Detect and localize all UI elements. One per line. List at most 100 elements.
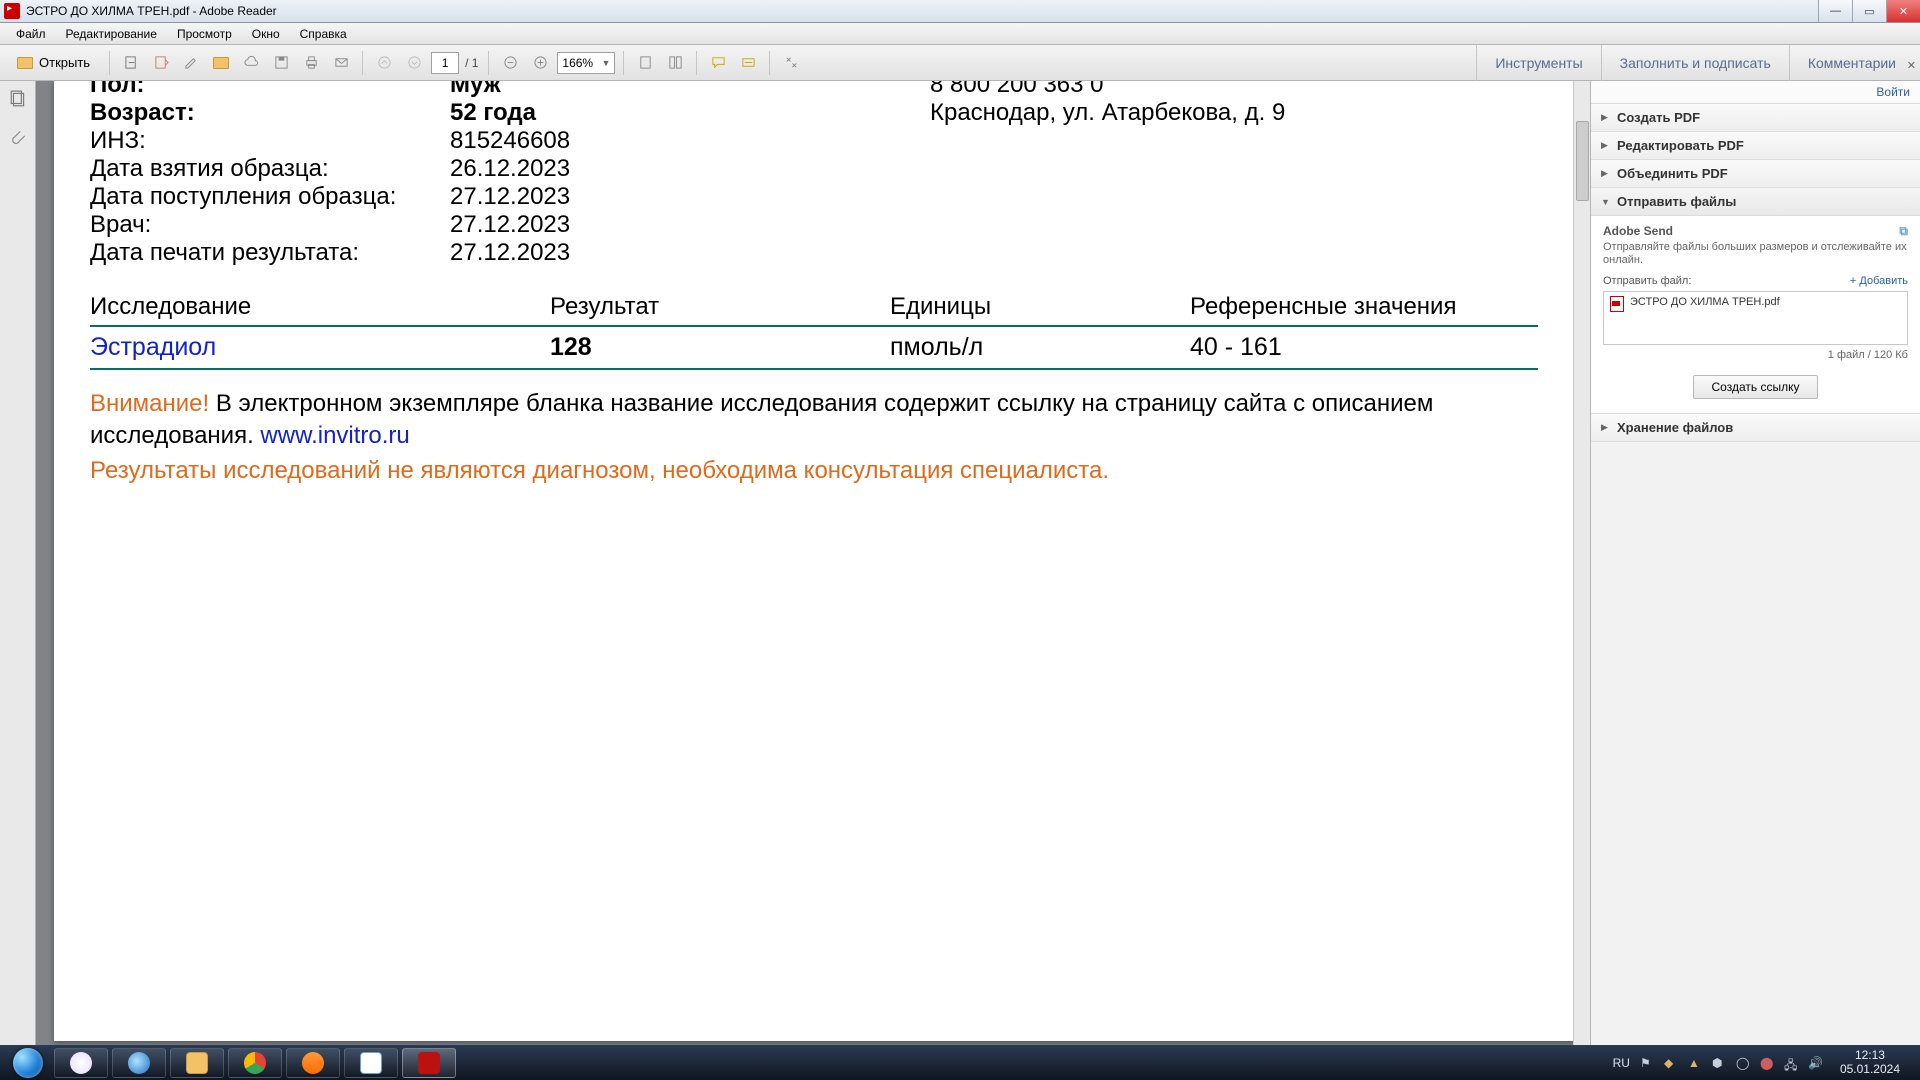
maximize-button[interactable]: ▭ xyxy=(1852,0,1886,22)
vertical-scrollbar[interactable] xyxy=(1573,81,1590,1045)
acc-label: Редактировать PDF xyxy=(1617,138,1744,153)
document-viewport[interactable]: Пол: Муж 8 800 200 363 0 Возраст: 52 год… xyxy=(36,81,1590,1045)
acc-label: Создать PDF xyxy=(1617,110,1700,125)
acc-store-files[interactable]: ▶Хранение файлов xyxy=(1591,414,1920,442)
open-button[interactable]: Открыть xyxy=(6,49,101,77)
create-link-button[interactable]: Создать ссылку xyxy=(1693,375,1819,399)
sign-in-link[interactable]: Войти xyxy=(1591,81,1920,104)
menu-help[interactable]: Справка xyxy=(290,25,357,43)
page-total: / 1 xyxy=(463,56,480,70)
create-pdf-icon[interactable] xyxy=(148,50,174,76)
tray-icon-3[interactable]: ⬢ xyxy=(1712,1056,1726,1070)
taskbar-clock[interactable]: 12:13 05.01.2024 xyxy=(1832,1049,1908,1075)
comment-icon[interactable] xyxy=(705,50,731,76)
export-pdf-icon[interactable] xyxy=(118,50,144,76)
acc-label: Хранение файлов xyxy=(1617,420,1733,435)
doctor-value: 27.12.2023 xyxy=(450,211,870,239)
tab-tools[interactable]: Инструменты xyxy=(1476,45,1600,81)
highlight-icon[interactable] xyxy=(735,50,761,76)
taskbar-app-1[interactable] xyxy=(54,1048,108,1078)
taskbar-app-media[interactable] xyxy=(286,1048,340,1078)
start-button[interactable] xyxy=(6,1045,50,1080)
windows-orb-icon xyxy=(13,1048,43,1078)
tray-icon-5[interactable]: ⬤ xyxy=(1760,1056,1774,1070)
scrollbar-thumb[interactable] xyxy=(1576,121,1589,201)
fit-width-icon[interactable] xyxy=(662,50,688,76)
sample-received-value: 27.12.2023 xyxy=(450,183,870,211)
fit-page-icon[interactable] xyxy=(632,50,658,76)
tray-icon-2[interactable]: ▲ xyxy=(1688,1056,1702,1070)
menu-window[interactable]: Окно xyxy=(242,25,290,43)
sign-icon[interactable] xyxy=(178,50,204,76)
taskbar-app-explorer[interactable] xyxy=(170,1048,224,1078)
open-label: Открыть xyxy=(39,55,90,70)
acc-send-files[interactable]: ▼Отправить файлы xyxy=(1591,188,1920,216)
tab-comments[interactable]: Комментарии xyxy=(1789,45,1914,81)
network-icon[interactable]: 🖧 xyxy=(1784,1056,1798,1070)
page-down-icon[interactable] xyxy=(401,50,427,76)
ie-icon xyxy=(128,1052,150,1074)
sample-received-label: Дата поступления образца: xyxy=(90,183,450,211)
tray-icon-4[interactable]: ◯ xyxy=(1736,1056,1750,1070)
thumbnails-icon[interactable] xyxy=(8,89,28,109)
doctor-label: Врач: xyxy=(90,211,450,239)
tray-icon-1[interactable]: ◆ xyxy=(1664,1056,1678,1070)
menu-edit[interactable]: Редактирование xyxy=(56,25,167,43)
chevron-right-icon: ▶ xyxy=(1601,168,1611,179)
file-list[interactable]: ЭСТРО ДО ХИЛМА ТРЕН.pdf xyxy=(1603,291,1908,345)
tab-fill-sign[interactable]: Заполнить и подписать xyxy=(1601,45,1789,81)
taskbar-app-reader[interactable] xyxy=(402,1048,456,1078)
invitro-link[interactable]: www.invitro.ru xyxy=(260,422,409,449)
col-test: Исследование xyxy=(90,293,550,321)
minimize-button[interactable]: — xyxy=(1818,0,1852,22)
menu-view[interactable]: Просмотр xyxy=(167,25,242,43)
sample-taken-label: Дата взятия образца: xyxy=(90,155,450,183)
send-panel: Adobe Send⧉ Отправляйте файлы больших ра… xyxy=(1591,216,1920,414)
separator xyxy=(696,51,697,75)
result-row: Эстрадиол 128 пмоль/л 40 - 161 xyxy=(90,327,1538,370)
separator xyxy=(488,51,489,75)
chevron-right-icon: ▶ xyxy=(1601,140,1611,151)
media-player-icon xyxy=(302,1052,324,1074)
cloud-icon[interactable] xyxy=(238,50,264,76)
clock-time: 12:13 xyxy=(1840,1049,1900,1062)
separator xyxy=(769,51,770,75)
separator xyxy=(362,51,363,75)
taskbar-app-chrome[interactable] xyxy=(228,1048,282,1078)
taskbar-app-ie[interactable] xyxy=(112,1048,166,1078)
tools-pane: Войти ▶Создать PDF ▶Редактировать PDF ▶О… xyxy=(1590,81,1920,1045)
acc-edit-pdf[interactable]: ▶ Редактировать PDF xyxy=(1591,132,1920,160)
attachments-icon[interactable] xyxy=(8,127,28,147)
close-panels-icon[interactable]: ✕ xyxy=(1907,59,1916,72)
chrome-icon xyxy=(244,1052,266,1074)
print-icon[interactable] xyxy=(298,50,324,76)
language-indicator[interactable]: RU xyxy=(1613,1056,1630,1070)
new-window-icon[interactable]: ⧉ xyxy=(1899,224,1908,239)
gender-label: Пол: xyxy=(90,81,450,99)
clock-date: 05.01.2024 xyxy=(1840,1063,1900,1076)
page-up-icon[interactable] xyxy=(371,50,397,76)
add-file-link[interactable]: + Добавить xyxy=(1850,275,1908,287)
zoom-out-icon[interactable] xyxy=(497,50,523,76)
test-link[interactable]: Эстрадиол xyxy=(90,333,216,361)
acc-combine-pdf[interactable]: ▶Объединить PDF xyxy=(1591,160,1920,188)
units-value: пмоль/л xyxy=(890,333,1190,362)
send-file-icon[interactable] xyxy=(208,50,234,76)
zoom-select[interactable]: 166%▼ xyxy=(557,52,615,74)
read-mode-icon[interactable] xyxy=(778,50,804,76)
acc-create-pdf[interactable]: ▶Создать PDF xyxy=(1591,104,1920,132)
zoom-in-icon[interactable] xyxy=(527,50,553,76)
page-number-input[interactable] xyxy=(431,52,459,74)
warn-label: Внимание! xyxy=(90,390,209,417)
menu-file[interactable]: Файл xyxy=(6,25,56,43)
close-button[interactable]: ✕ xyxy=(1886,0,1920,22)
flag-icon[interactable]: ⚑ xyxy=(1640,1056,1654,1070)
save-icon[interactable] xyxy=(268,50,294,76)
separator xyxy=(623,51,624,75)
email-icon[interactable] xyxy=(328,50,354,76)
gender-value: Муж xyxy=(450,81,870,99)
volume-icon[interactable]: 🔊 xyxy=(1808,1056,1822,1070)
adobe-reader-icon xyxy=(418,1052,440,1074)
phone: 8 800 200 363 0 xyxy=(930,81,1104,99)
taskbar-app-writer[interactable] xyxy=(344,1048,398,1078)
